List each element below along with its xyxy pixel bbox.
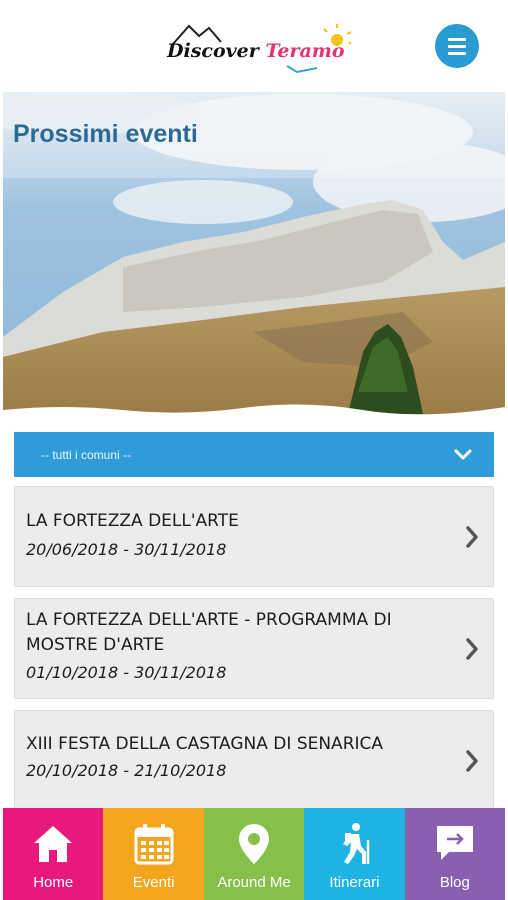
calendar-icon — [134, 824, 174, 865]
logo-text: Discover Teramo — [167, 40, 345, 62]
hamburger-menu-icon-bar — [448, 51, 466, 55]
logo[interactable]: Discover Teramo — [167, 22, 351, 74]
logo-text-discover: Discover — [167, 40, 259, 62]
event-dates: 20/10/2018 - 21/10/2018 — [26, 761, 227, 780]
hamburger-menu-icon-bar — [448, 44, 466, 48]
event-dates: 20/06/2018 - 30/11/2018 — [26, 540, 227, 559]
page-title: Prossimi eventi — [13, 120, 198, 148]
nav-label: Eventi — [132, 874, 175, 891]
filter-selected-value: -- tutti i comuni -- — [41, 447, 132, 462]
event-title: LA FORTEZZA DELL'ARTE — [26, 511, 239, 531]
nav-blog[interactable]: Blog — [404, 808, 505, 900]
event-dates: 01/10/2018 - 30/11/2018 — [26, 663, 227, 682]
header: Discover Teramo — [3, 0, 505, 92]
event-item[interactable]: LA FORTEZZA DELL'ARTE - PROGRAMMA DI MOS… — [14, 598, 494, 699]
event-item[interactable]: XIII FESTA DELLA CASTAGNA DI SENARICA 20… — [14, 710, 494, 811]
nav-label: Around Me — [217, 874, 291, 891]
nav-home[interactable]: Home — [3, 808, 104, 900]
bottom-navigation: Home Eventi Around Me Itinerari Blog — [3, 808, 505, 900]
events-list: LA FORTEZZA DELL'ARTE 20/06/2018 - 30/11… — [14, 486, 494, 822]
comune-filter-select[interactable]: -- tutti i comuni -- — [14, 432, 494, 477]
chevron-right-icon — [466, 637, 478, 660]
event-item[interactable]: LA FORTEZZA DELL'ARTE 20/06/2018 - 30/11… — [14, 486, 494, 587]
event-title: LA FORTEZZA DELL'ARTE - PROGRAMMA DI MOS… — [26, 610, 392, 655]
menu-button[interactable] — [435, 24, 479, 68]
nav-label: Blog — [439, 874, 470, 891]
home-icon — [34, 826, 73, 862]
hero-banner: Prossimi eventi — [3, 92, 505, 422]
app-frame: Discover Teramo Prossimi eventi -- tutti… — [3, 0, 505, 900]
chevron-right-icon — [466, 749, 478, 772]
event-title: XIII FESTA DELLA CASTAGNA DI SENARICA — [26, 734, 384, 754]
nav-eventi[interactable]: Eventi — [103, 808, 204, 900]
nav-label: Home — [33, 874, 74, 891]
nav-itinerari[interactable]: Itinerari — [304, 808, 405, 900]
speech-bubble-icon — [436, 826, 473, 860]
logo-text-teramo: Teramo — [265, 40, 345, 62]
nav-around-me[interactable]: Around Me — [203, 808, 305, 900]
chevron-right-icon — [466, 525, 478, 548]
location-pin-icon — [239, 824, 270, 864]
nav-label: Itinerari — [329, 874, 380, 891]
hamburger-menu-icon — [448, 37, 466, 41]
hiker-icon — [343, 823, 370, 864]
chevron-down-icon — [454, 449, 472, 459]
